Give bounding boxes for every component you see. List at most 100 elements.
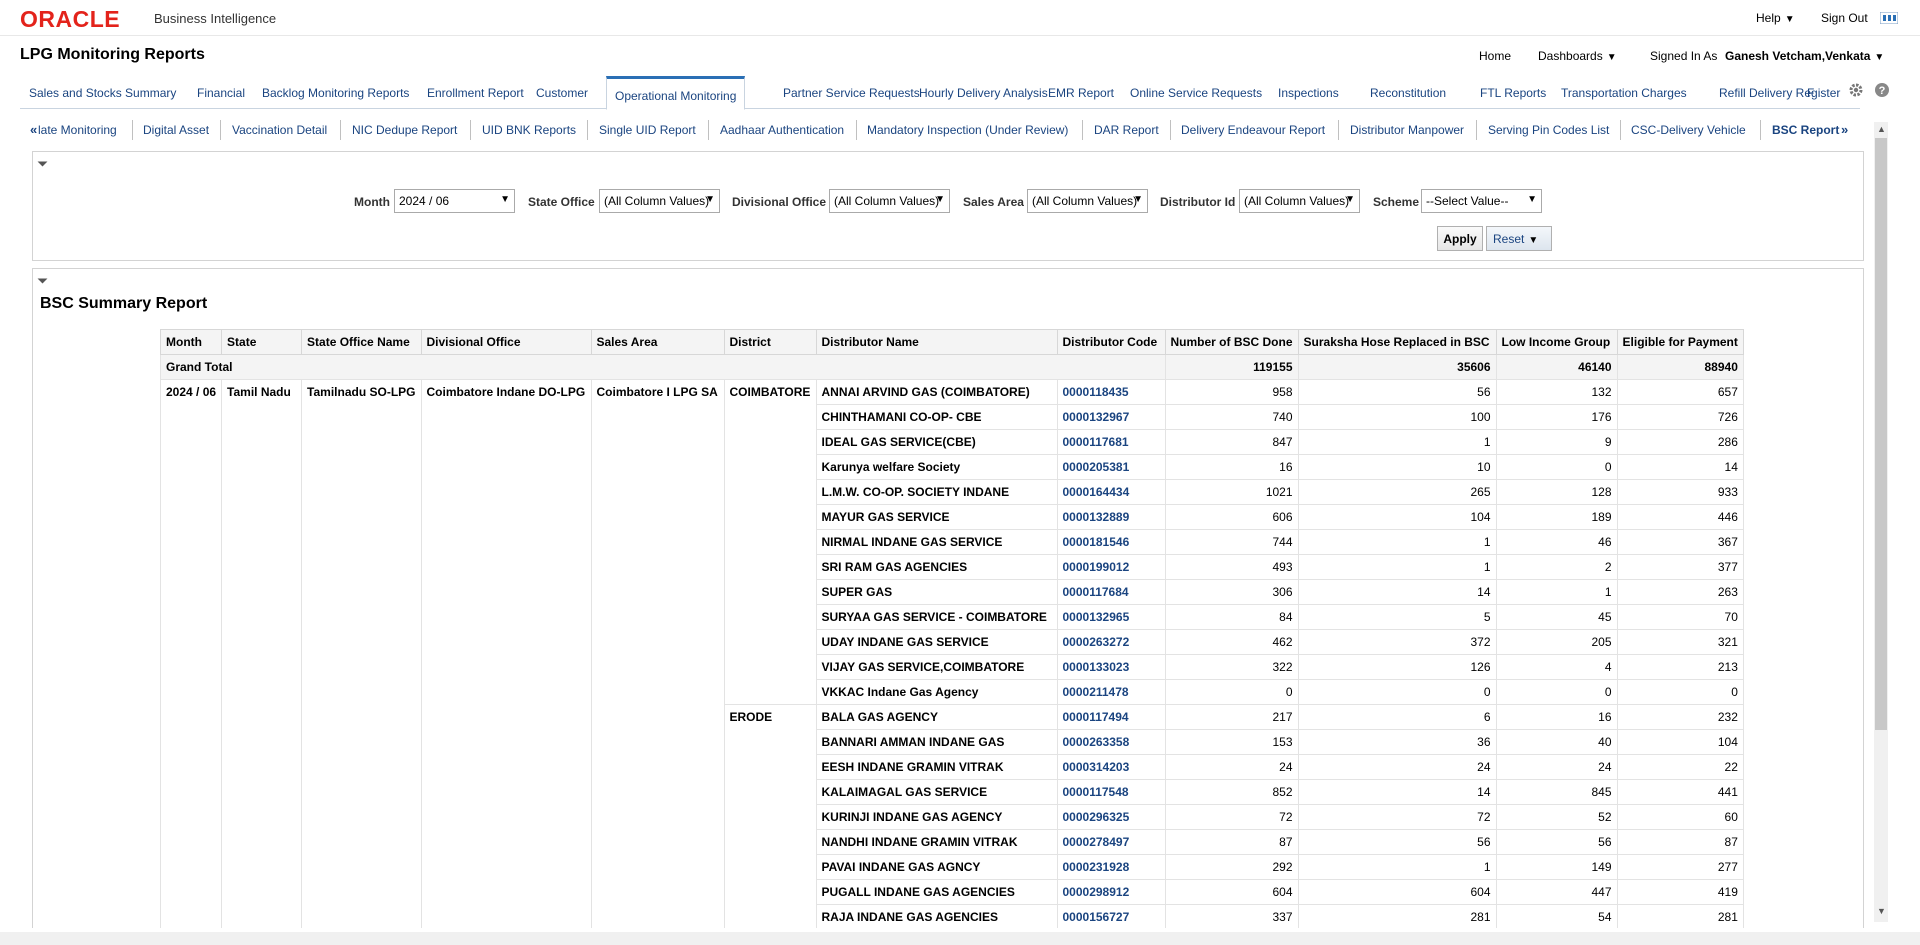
reset-button[interactable]: Reset ▼ [1486, 226, 1552, 251]
low-income: 205 [1495, 629, 1618, 655]
distributor-code[interactable]: 0000117548 [1056, 779, 1166, 805]
distributor-code[interactable]: 0000117684 [1056, 579, 1166, 605]
distributor-code[interactable]: 0000132889 [1056, 504, 1166, 530]
tab-hourly-delivery-analysis[interactable]: Hourly Delivery Analysis [919, 86, 1048, 100]
distributor-code[interactable]: 0000132965 [1056, 604, 1166, 630]
scroll-left-icon[interactable]: « [30, 122, 37, 137]
tab-emr-report[interactable]: EMR Report [1048, 86, 1114, 100]
tab-sales-and-stocks-summary[interactable]: Sales and Stocks Summary [29, 86, 176, 100]
tab-partner-service-requests[interactable]: Partner Service Requests [783, 86, 920, 100]
tab-online-service-requests[interactable]: Online Service Requests [1130, 86, 1262, 100]
column-header[interactable]: Low Income Group [1495, 329, 1618, 355]
help-menu[interactable]: Help ▼ [1756, 11, 1795, 25]
collapse-triangle-icon[interactable] [37, 156, 48, 167]
distributor-code[interactable]: 0000164434 [1056, 479, 1166, 505]
tab-ftl-reports[interactable]: FTL Reports [1480, 86, 1546, 100]
district-cell: ERODE [723, 704, 817, 928]
apply-button[interactable]: Apply [1437, 226, 1483, 251]
tab-backlog-monitoring-reports[interactable]: Backlog Monitoring Reports [262, 86, 409, 100]
tab-financial[interactable]: Financial [197, 86, 245, 100]
subtab-csc-delivery-vehicle[interactable]: CSC-Delivery Vehicle [1631, 123, 1746, 137]
hose-replaced: 14 [1297, 779, 1497, 805]
subtab-dar-report[interactable]: DAR Report [1094, 123, 1159, 137]
scrollbar-thumb[interactable] [1875, 138, 1887, 730]
scroll-down-icon[interactable]: ▼ [1877, 906, 1886, 916]
tab-customer[interactable]: Customer [536, 86, 588, 100]
distributor-code[interactable]: 0000181546 [1056, 529, 1166, 555]
subtab-late-monitoring[interactable]: late Monitoring [38, 123, 117, 137]
tab-operational-monitoring[interactable]: Operational Monitoring [606, 76, 746, 110]
column-header[interactable]: Divisional Office [420, 329, 592, 355]
scroll-up-icon[interactable]: ▲ [1877, 124, 1886, 134]
subtab-vaccination-detail[interactable]: Vaccination Detail [232, 123, 327, 137]
subtab-single-uid-report[interactable]: Single UID Report [599, 123, 696, 137]
column-header[interactable]: Sales Area [590, 329, 725, 355]
distributor-code[interactable]: 0000199012 [1056, 554, 1166, 580]
distributor-id-select[interactable]: (All Column Values) ▼ [1239, 189, 1360, 213]
state-office-select[interactable]: (All Column Values) ▼ [599, 189, 720, 213]
distributor-code[interactable]: 0000133023 [1056, 654, 1166, 680]
distributor-code[interactable]: 0000263358 [1056, 729, 1166, 755]
column-header[interactable]: Number of BSC Done [1164, 329, 1299, 355]
bsc-done: 337 [1164, 904, 1299, 928]
distributor-code[interactable]: 0000314203 [1056, 754, 1166, 780]
tab-reconstitution[interactable]: Reconstitution [1370, 86, 1446, 100]
subtab-mandatory-inspection-under-review-[interactable]: Mandatory Inspection (Under Review) [867, 123, 1068, 137]
distributor-name: NIRMAL INDANE GAS SERVICE [815, 529, 1058, 555]
scheme-select[interactable]: --Select Value-- ▼ [1421, 189, 1542, 213]
distributor-code[interactable]: 0000263272 [1056, 629, 1166, 655]
apps-icon[interactable] [1880, 12, 1898, 24]
chevron-down-icon: ▼ [1606, 52, 1617, 63]
subtab-nic-dedupe-report[interactable]: NIC Dedupe Report [352, 123, 457, 137]
distributor-code[interactable]: 0000211478 [1056, 679, 1166, 705]
help-icon[interactable]: ? [1874, 82, 1890, 98]
distributor-name: Karunya welfare Society [815, 454, 1058, 480]
collapse-triangle-icon[interactable] [37, 273, 48, 284]
subtab-distributor-manpower[interactable]: Distributor Manpower [1350, 123, 1464, 137]
home-link[interactable]: Home [1479, 49, 1511, 63]
distributor-code[interactable]: 0000132967 [1056, 404, 1166, 430]
subtab-bsc-report[interactable]: BSC Report [1772, 123, 1839, 137]
scroll-right-icon[interactable]: » [1841, 122, 1848, 137]
tab-refill-delivery-register[interactable]: Refill Delivery Register [1719, 86, 1840, 100]
grand-total-hose: 35606 [1297, 354, 1497, 380]
distributor-code[interactable]: 0000231928 [1056, 854, 1166, 880]
tab-inspections[interactable]: Inspections [1278, 86, 1339, 100]
dashboards-menu[interactable]: Dashboards ▼ [1538, 49, 1617, 63]
distributor-code[interactable]: 0000278497 [1056, 829, 1166, 855]
distributor-code[interactable]: 0000118435 [1056, 379, 1166, 405]
subtab-divider [1476, 120, 1477, 140]
column-header[interactable]: Eligible for Payment [1616, 329, 1744, 355]
subtab-aadhaar-authentication[interactable]: Aadhaar Authentication [720, 123, 844, 137]
distributor-code[interactable]: 0000156727 [1056, 904, 1166, 928]
sales-area-select[interactable]: (All Column Values) ▼ [1027, 189, 1148, 213]
distributor-code[interactable]: 0000117681 [1056, 429, 1166, 455]
tab-enrollment-report[interactable]: Enrollment Report [427, 86, 524, 100]
distributor-code[interactable]: 0000117494 [1056, 704, 1166, 730]
sign-out-link[interactable]: Sign Out [1821, 11, 1868, 25]
tab-transportation-charges[interactable]: Transportation Charges [1561, 86, 1687, 100]
gear-icon[interactable] [1848, 82, 1864, 98]
subtab-uid-bnk-reports[interactable]: UID BNK Reports [482, 123, 576, 137]
subtab-delivery-endeavour-report[interactable]: Delivery Endeavour Report [1181, 123, 1325, 137]
column-header[interactable]: Distributor Name [815, 329, 1058, 355]
eligible-payment: 263 [1616, 579, 1744, 605]
month-select[interactable]: 2024 / 06 ▼ [394, 189, 515, 213]
column-header[interactable]: Month [159, 329, 223, 355]
horizontal-scrollbar[interactable] [0, 932, 1920, 945]
subtab-digital-asset[interactable]: Digital Asset [143, 123, 209, 137]
column-header[interactable]: State Office Name [301, 329, 422, 355]
column-header[interactable]: District [723, 329, 817, 355]
subtab-serving-pin-codes-list[interactable]: Serving Pin Codes List [1488, 123, 1609, 137]
bsc-done: 0 [1164, 679, 1299, 705]
subtab-divider [1338, 120, 1339, 140]
divisional-office-select[interactable]: (All Column Values) ▼ [829, 189, 950, 213]
column-header[interactable]: Distributor Code [1056, 329, 1166, 355]
user-menu[interactable]: Ganesh Vetcham,Venkata ▼ [1725, 49, 1884, 63]
column-header[interactable]: State [221, 329, 303, 355]
column-header[interactable]: Suraksha Hose Replaced in BSC [1297, 329, 1497, 355]
distributor-code[interactable]: 0000298912 [1056, 879, 1166, 905]
distributor-code[interactable]: 0000296325 [1056, 804, 1166, 830]
tab-f[interactable]: F [1807, 86, 1814, 100]
distributor-code[interactable]: 0000205381 [1056, 454, 1166, 480]
